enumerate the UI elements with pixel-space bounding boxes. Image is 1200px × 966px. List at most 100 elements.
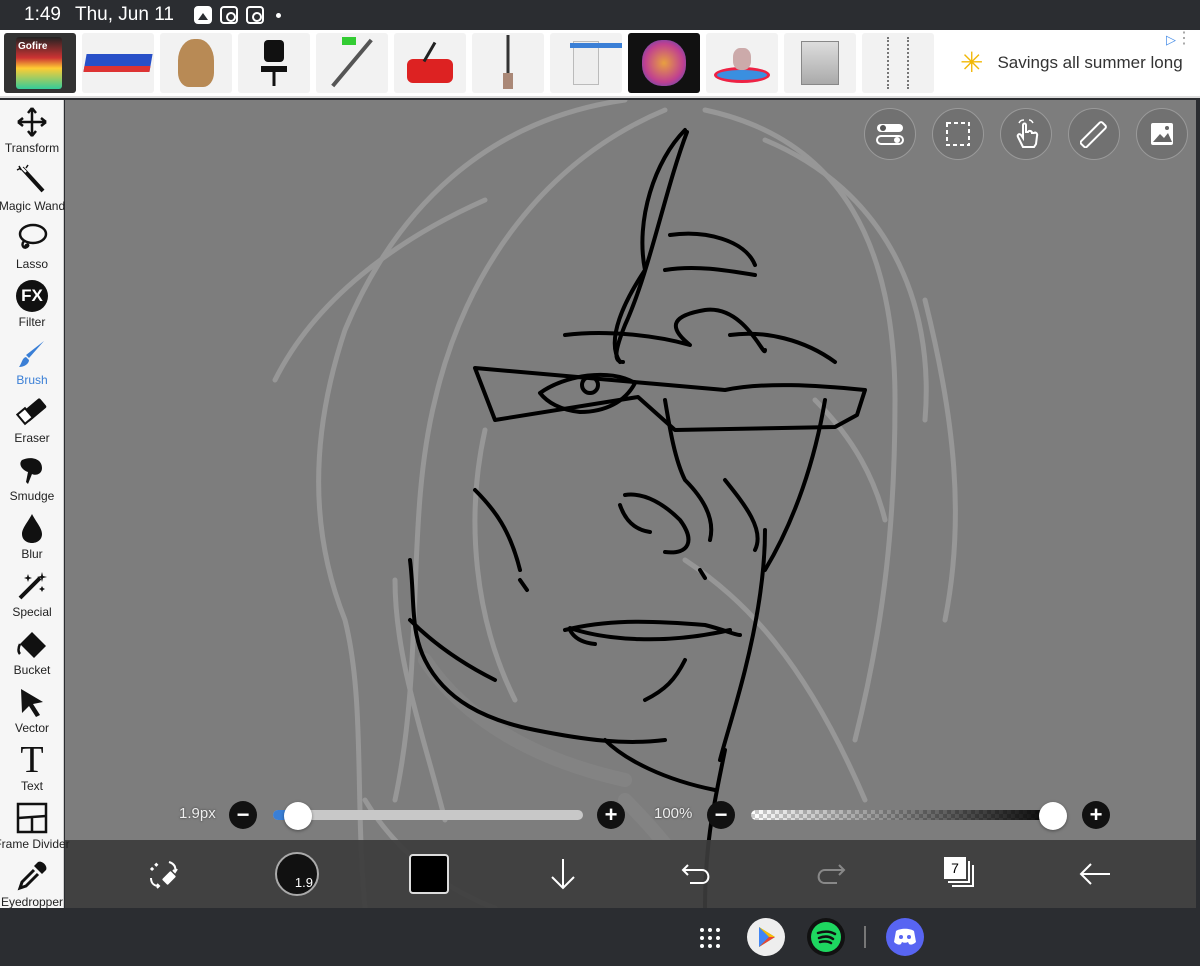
- selection-icon[interactable]: [932, 108, 984, 160]
- transform-icon: [15, 105, 49, 139]
- tool-magic-wand[interactable]: Magic Wand: [0, 158, 66, 216]
- lasso-icon: [15, 221, 49, 255]
- app-root: 1:49 Thu, Jun 11 Gofire ✳ Savings all su…: [0, 0, 1200, 966]
- tool-eraser[interactable]: Eraser: [0, 390, 64, 448]
- walmart-spark-icon: ✳: [960, 47, 984, 78]
- special-icon: [15, 569, 49, 603]
- tool-smudge[interactable]: Smudge: [0, 448, 64, 506]
- brush-size-slider[interactable]: [273, 810, 583, 820]
- tool-special[interactable]: Special: [0, 564, 64, 622]
- eraser-icon: [15, 395, 49, 429]
- status-time: 1:49: [24, 4, 61, 25]
- ad-slogan: Savings all summer long: [997, 53, 1183, 72]
- fx-icon: FX: [15, 279, 49, 313]
- ad-choices-icon[interactable]: ▷: [1166, 32, 1176, 48]
- brush-size-preview-icon[interactable]: 1.9: [273, 850, 321, 898]
- tool-vector[interactable]: Vector: [0, 680, 64, 738]
- ad-thumb-label: Gofire: [18, 41, 48, 52]
- brush-size-increase-button[interactable]: +: [597, 801, 625, 829]
- tool-label: Lasso: [15, 257, 49, 271]
- tool-label: Frame Divider: [0, 837, 70, 851]
- tool-label: Blur: [21, 547, 43, 561]
- dog-plush-icon[interactable]: [160, 33, 232, 93]
- water-dispenser-icon[interactable]: [550, 33, 622, 93]
- cot-icon[interactable]: [82, 33, 154, 93]
- discord-icon[interactable]: [886, 918, 924, 956]
- dog-art-icon[interactable]: [628, 33, 700, 93]
- tool-transform[interactable]: Transform: [0, 100, 64, 158]
- right-edge-handle[interactable]: [1196, 100, 1200, 908]
- tool-label: Transform: [4, 141, 60, 155]
- undo-icon[interactable]: [673, 850, 721, 898]
- wind-chime-icon[interactable]: [862, 33, 934, 93]
- brush-icon: [15, 337, 49, 371]
- eyedropper-icon: [15, 859, 49, 893]
- office-chair-icon[interactable]: [238, 33, 310, 93]
- opacity-knob[interactable]: [1039, 802, 1067, 830]
- tool-label: Filter: [18, 315, 46, 329]
- tool-label: Special: [12, 605, 52, 619]
- opacity-increase-button[interactable]: +: [1082, 801, 1110, 829]
- tool-text[interactable]: T Text: [0, 738, 64, 796]
- toggle-icon[interactable]: [864, 108, 916, 160]
- text-icon: T: [20, 739, 44, 781]
- tool-blur[interactable]: Blur: [0, 506, 64, 564]
- ad-text[interactable]: ✳ Savings all summer long: [960, 49, 1183, 77]
- navigation-bar: [0, 908, 1200, 966]
- ad-menu-icon[interactable]: ⋮: [1176, 31, 1192, 47]
- drawing-canvas[interactable]: [65, 100, 1196, 908]
- notification-dot-icon: [275, 12, 281, 18]
- slider-row: 1.9px − + 100% − +: [65, 796, 1196, 836]
- air-purifier-icon[interactable]: [784, 33, 856, 93]
- bottom-toolbar: 1.9 7: [65, 840, 1196, 908]
- download-arrow-icon[interactable]: [539, 850, 587, 898]
- status-date: Thu, Jun 11: [74, 4, 174, 25]
- phone-case-icon[interactable]: Gofire: [4, 33, 76, 93]
- brush-size-decrease-button[interactable]: −: [229, 801, 257, 829]
- tool-label: Eyedropper: [0, 895, 64, 909]
- string-trimmer-icon[interactable]: [316, 33, 388, 93]
- tool-label: Brush: [16, 373, 48, 387]
- opacity-decrease-button[interactable]: −: [707, 801, 735, 829]
- blur-drop-icon: [15, 511, 49, 545]
- swap-eraser-icon[interactable]: [139, 850, 187, 898]
- layers-icon[interactable]: 7: [937, 850, 985, 898]
- lawn-mower-icon[interactable]: [394, 33, 466, 93]
- frame-divider-icon: [15, 801, 49, 835]
- spotify-icon[interactable]: [807, 918, 845, 956]
- status-bar: 1:49 Thu, Jun 11: [0, 0, 1200, 30]
- hand-touch-icon[interactable]: [1000, 108, 1052, 160]
- play-store-icon[interactable]: [747, 918, 785, 956]
- redo-icon[interactable]: [806, 850, 854, 898]
- tool-label: Bucket: [13, 663, 51, 677]
- vector-arrow-icon: [15, 685, 49, 719]
- tool-label: Smudge: [9, 489, 55, 503]
- tool-bucket[interactable]: Bucket: [0, 622, 64, 680]
- ad-banner[interactable]: Gofire ✳ Savings all summer long ▷ ⋮: [0, 30, 1200, 98]
- layer-count: 7: [944, 857, 966, 879]
- reference-image-icon[interactable]: [1136, 108, 1188, 160]
- tool-lasso[interactable]: Lasso: [0, 216, 64, 274]
- sketch-artwork: [272, 100, 958, 908]
- ruler-icon[interactable]: [1068, 108, 1120, 160]
- tool-frame-divider[interactable]: Frame Divider: [0, 796, 70, 854]
- opacity-label: 100%: [654, 805, 693, 822]
- tool-sidebar: Transform Magic Wand Lasso FX Filter Brush Era…: [0, 100, 70, 909]
- tool-filter[interactable]: FX Filter: [0, 274, 64, 332]
- instagram-icon: [219, 6, 238, 24]
- gallery-icon: [193, 6, 212, 24]
- tool-brush[interactable]: Brush: [0, 332, 64, 390]
- app-grid-icon[interactable]: [699, 927, 721, 949]
- brush-size-knob[interactable]: [283, 802, 312, 830]
- instagram-icon: [245, 6, 264, 24]
- opacity-slider[interactable]: [751, 810, 1061, 820]
- tool-label: Eraser: [14, 431, 50, 445]
- broom-icon[interactable]: [472, 33, 544, 93]
- back-arrow-icon[interactable]: [1071, 850, 1119, 898]
- tool-label: Text: [20, 779, 43, 793]
- swing-icon[interactable]: [706, 33, 778, 93]
- tool-label: Magic Wand: [0, 199, 66, 213]
- color-swatch-icon[interactable]: [405, 850, 453, 898]
- magic-wand-icon: [15, 163, 49, 197]
- tool-eyedropper[interactable]: Eyedropper: [0, 854, 64, 912]
